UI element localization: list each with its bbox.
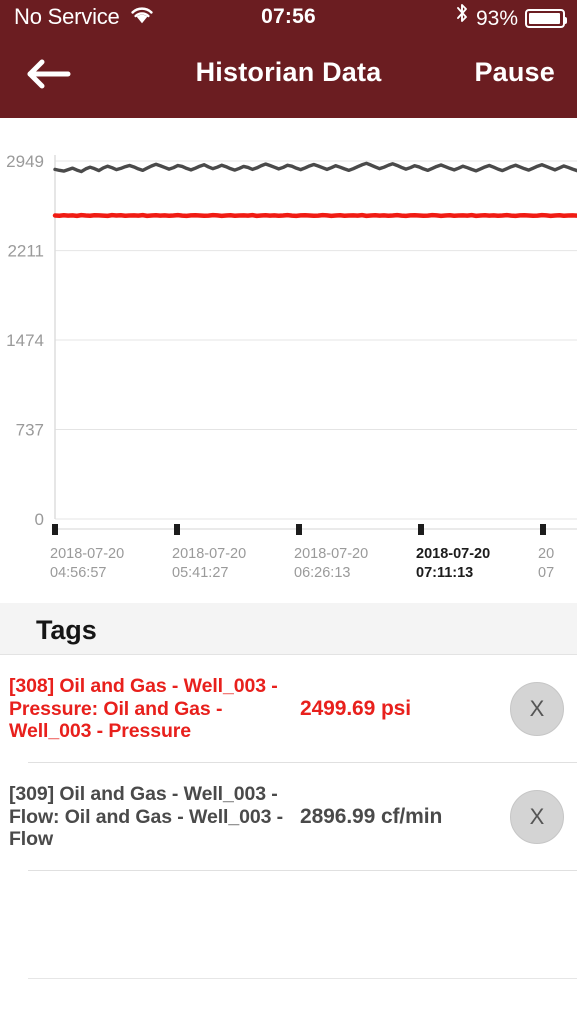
chart-series-line xyxy=(52,212,577,219)
remove-tag-button[interactable]: X xyxy=(497,790,577,844)
remove-tag-button[interactable]: X xyxy=(497,682,577,736)
x-axis-tick-label-time: 06:26:13 xyxy=(294,565,350,581)
x-axis-tick-label-date: 2018-07-20 xyxy=(416,546,490,562)
y-axis-tick-label: 2949 xyxy=(6,152,44,171)
x-axis-tick-label-time: 04:56:57 xyxy=(50,565,106,581)
y-axis-tick-label: 737 xyxy=(16,421,44,440)
x-axis-tick-marker xyxy=(52,524,58,535)
y-axis-tick-label: 1474 xyxy=(6,331,44,350)
tags-section-header: Tags xyxy=(0,603,577,655)
pause-button[interactable]: Pause xyxy=(474,57,555,88)
close-icon: X xyxy=(510,790,564,844)
tags-list: [308] Oil and Gas - Well_003 - Pressure:… xyxy=(0,655,577,1024)
x-axis-tick-label-date: 2018-07-20 xyxy=(172,546,246,562)
x-axis-tick-label-time: 07:11:13 xyxy=(416,565,473,581)
tag-value: 2896.99 cf/min xyxy=(300,805,443,828)
tag-label: [309] Oil and Gas - Well_003 - Flow: Oil… xyxy=(9,783,284,851)
app-screen: No Service 07:56 93% Historian Data Paus… xyxy=(0,0,577,1024)
x-axis-tick-marker xyxy=(418,524,424,535)
x-axis-tick-label-time: 07 xyxy=(538,565,554,581)
x-axis-tick-marker xyxy=(296,524,302,535)
x-axis-tick-label-date: 2018-07-20 xyxy=(50,546,124,562)
x-axis-tick-label-date: 2018-07-20 xyxy=(294,546,368,562)
x-axis-tick-label-time: 05:41:27 xyxy=(172,565,228,581)
tag-row[interactable]: [309] Oil and Gas - Well_003 - Flow: Oil… xyxy=(0,763,577,871)
chart-series-line xyxy=(53,161,577,174)
battery-percent-label: 93% xyxy=(475,6,518,30)
list-item xyxy=(0,871,577,979)
y-axis-tick-label: 0 xyxy=(35,510,44,529)
list-item xyxy=(0,979,577,1024)
tag-label: [308] Oil and Gas - Well_003 - Pressure:… xyxy=(9,675,278,743)
x-axis-tick-marker xyxy=(540,524,546,535)
historian-chart[interactable]: 2949 2211 1474 737 0 2018-07-20 04:56:57 2018-0… xyxy=(0,121,577,603)
x-axis-tick-marker xyxy=(174,524,180,535)
chart-canvas: 2949 2211 1474 737 0 2018-07-20 04:56:57 2018-0… xyxy=(6,152,577,581)
navigation-bar: Historian Data Pause xyxy=(0,36,577,118)
status-bar: No Service 07:56 93% xyxy=(0,0,577,36)
tags-title: Tags xyxy=(36,615,97,645)
tag-value: 2499.69 psi xyxy=(300,697,411,720)
close-icon: X xyxy=(510,682,564,736)
battery-icon xyxy=(525,9,567,28)
status-bar-right: 93% xyxy=(455,2,567,35)
x-axis-tick-label-date: 20 xyxy=(538,546,554,562)
tag-row[interactable]: [308] Oil and Gas - Well_003 - Pressure:… xyxy=(0,655,577,763)
bluetooth-icon xyxy=(455,2,469,35)
y-axis-tick-label: 2211 xyxy=(7,242,44,261)
